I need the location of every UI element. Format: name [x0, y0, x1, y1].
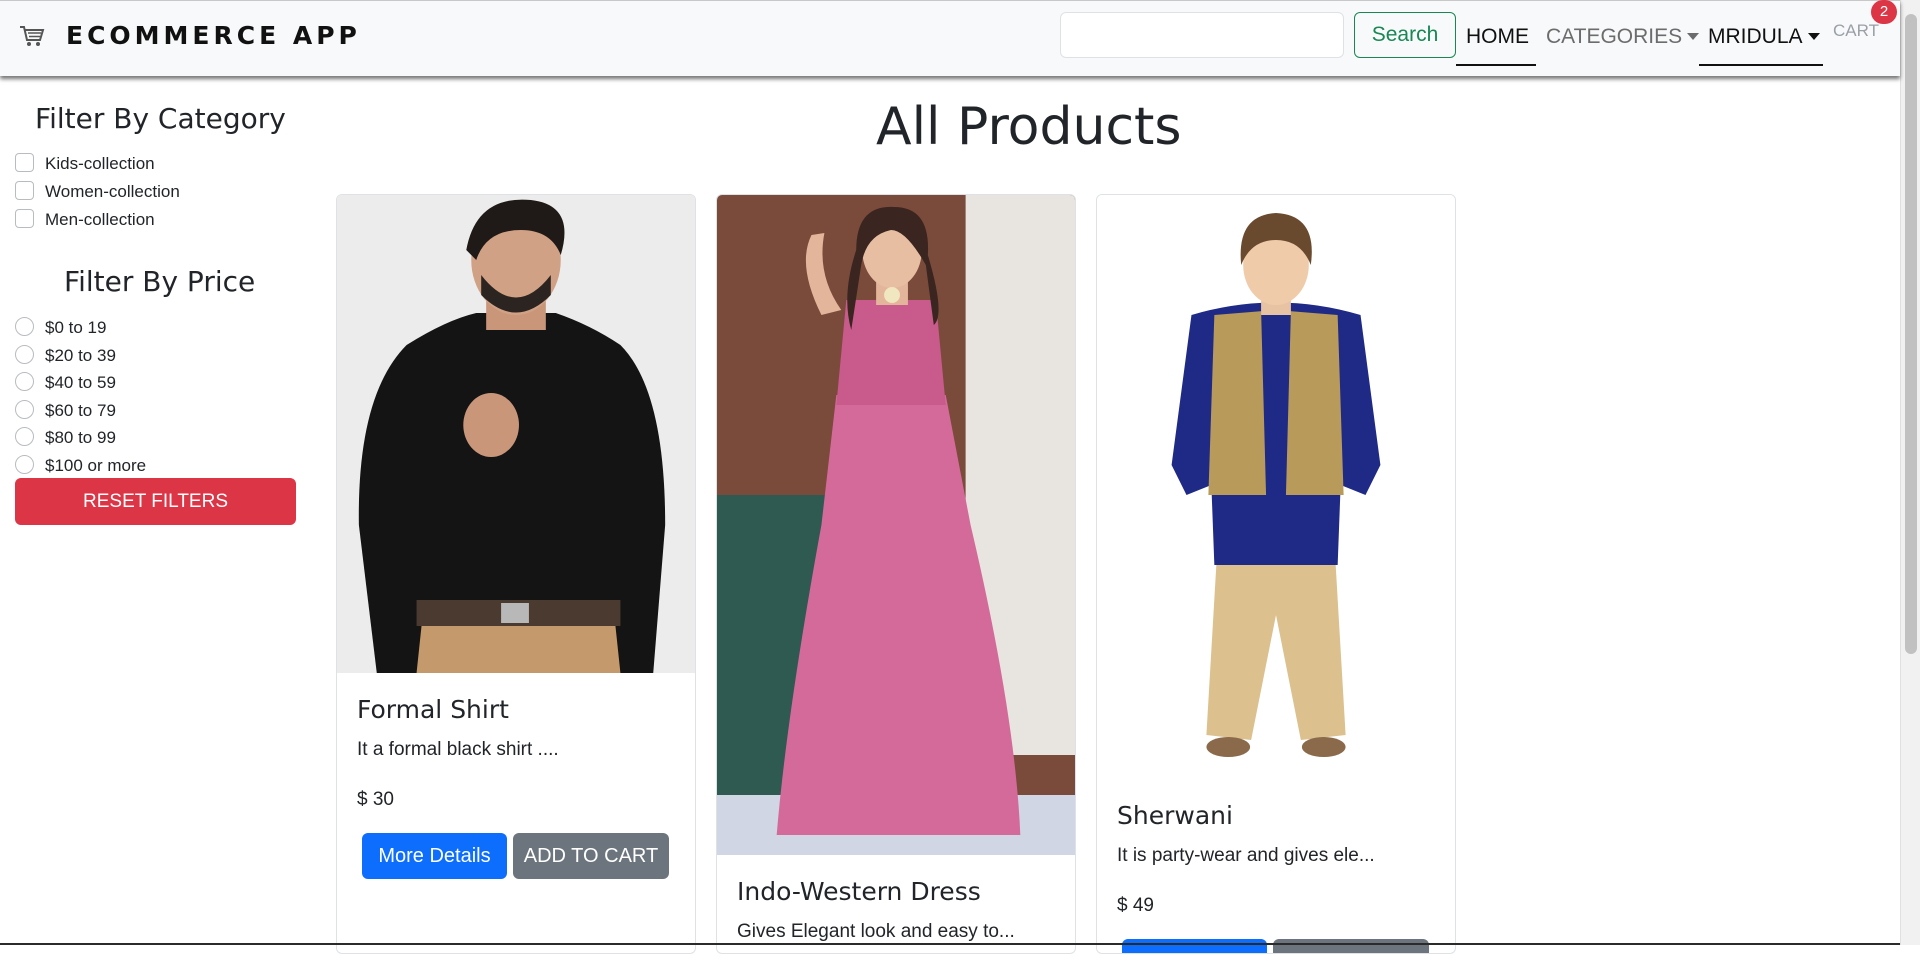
- filter-category-heading: Filter By Category: [35, 102, 286, 135]
- page-title: All Products: [876, 97, 1182, 157]
- product-card: Formal Shirt It a formal black shirt ...…: [336, 194, 696, 954]
- price-label-0-19: $0 to 19: [45, 318, 107, 337]
- nav-home-link[interactable]: HOME: [1466, 25, 1529, 49]
- scrollbar-thumb[interactable]: [1905, 14, 1917, 654]
- page-scrollbar[interactable]: [1900, 0, 1920, 945]
- category-checkbox-men[interactable]: [15, 209, 34, 228]
- nav-user-label: MRIDULA: [1708, 25, 1803, 48]
- product-image[interactable]: [717, 195, 1075, 855]
- product-description: It a formal black shirt ....: [357, 739, 559, 760]
- nav-user-underline: [1699, 64, 1823, 66]
- brand-name: ECOMMERCE APP: [66, 21, 361, 50]
- category-checkbox-women[interactable]: [15, 181, 34, 200]
- more-details-button[interactable]: More Details: [1122, 939, 1267, 953]
- product-price: $ 49: [1117, 895, 1154, 916]
- add-to-cart-button[interactable]: ADD TO CART: [513, 833, 669, 879]
- product-title: Formal Shirt: [357, 695, 509, 724]
- price-label-80-99: $80 to 99: [45, 428, 116, 447]
- category-label-kids: Kids-collection: [45, 154, 155, 173]
- nav-categories-dropdown[interactable]: CATEGORIES: [1546, 25, 1700, 49]
- filter-price-heading: Filter By Price: [64, 265, 256, 298]
- product-card: Sherwani It is party-wear and gives ele.…: [1096, 194, 1456, 954]
- price-radio-100-plus[interactable]: [15, 455, 34, 474]
- product-title: Sherwani: [1117, 801, 1233, 830]
- search-button[interactable]: Search: [1354, 12, 1456, 58]
- reset-filters-button[interactable]: RESET FILTERS: [15, 478, 296, 525]
- cart-count-badge: 2: [1871, 0, 1897, 24]
- brand-link[interactable]: ECOMMERCE APP: [18, 21, 361, 50]
- nav-categories-label: CATEGORIES: [1546, 25, 1683, 48]
- price-radio-60-79[interactable]: [15, 400, 34, 419]
- price-radio-20-39[interactable]: [15, 345, 34, 364]
- nav-cart-link[interactable]: CART: [1833, 21, 1879, 41]
- price-label-60-79: $60 to 79: [45, 401, 116, 420]
- category-label-women: Women-collection: [45, 182, 180, 201]
- chevron-down-icon: [1687, 33, 1700, 40]
- category-checkbox-kids[interactable]: [15, 153, 34, 172]
- chevron-down-icon: [1807, 33, 1820, 40]
- product-image[interactable]: [337, 195, 695, 673]
- price-radio-40-59[interactable]: [15, 372, 34, 391]
- product-price: $ 30: [357, 789, 394, 810]
- more-details-button[interactable]: More Details: [362, 833, 507, 879]
- nav-home-underline: [1456, 64, 1536, 66]
- search-input[interactable]: [1060, 12, 1344, 58]
- product-description: It is party-wear and gives ele...: [1117, 845, 1375, 866]
- product-description: Gives Elegant look and easy to...: [737, 921, 1015, 942]
- price-label-40-59: $40 to 59: [45, 373, 116, 392]
- price-radio-0-19[interactable]: [15, 317, 34, 336]
- product-title: Indo-Western Dress: [737, 877, 981, 906]
- category-label-men: Men-collection: [45, 210, 155, 229]
- product-card: Indo-Western Dress Gives Elegant look an…: [716, 194, 1076, 954]
- shopping-cart-icon: [20, 25, 45, 46]
- price-label-100-plus: $100 or more: [45, 456, 147, 475]
- product-image[interactable]: [1097, 195, 1455, 785]
- add-to-cart-button[interactable]: ADD TO CART: [1273, 939, 1429, 953]
- price-radio-80-99[interactable]: [15, 427, 34, 446]
- top-navbar: ECOMMERCE APP Search HOME CATEGORIES MRI…: [0, 0, 1900, 76]
- nav-user-dropdown[interactable]: MRIDULA: [1708, 25, 1820, 49]
- price-label-20-39: $20 to 39: [45, 346, 116, 365]
